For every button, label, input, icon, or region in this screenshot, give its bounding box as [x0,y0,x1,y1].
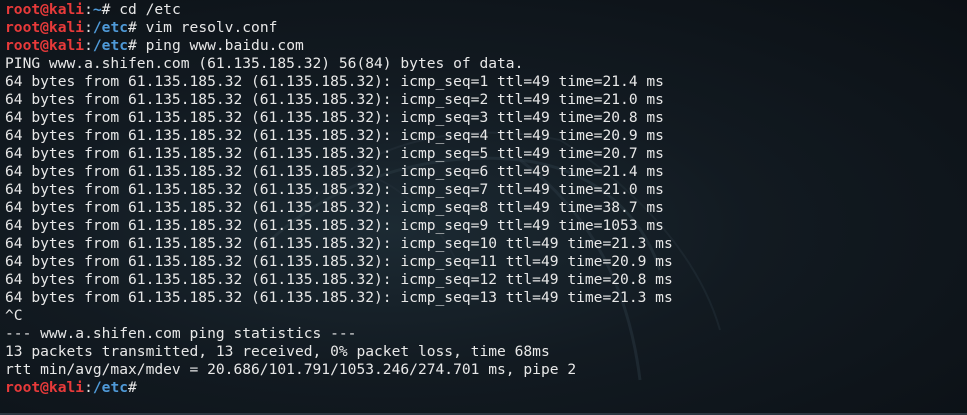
output-line: 13 packets transmitted, 13 received, 0% … [5,343,550,360]
command-text[interactable]: cd /etc [119,1,181,18]
output-line: 64 bytes from 61.135.185.32 (61.135.185.… [5,181,664,198]
prompt-colon: : [84,19,93,36]
prompt-symbol: # [128,19,146,36]
prompt-line: root@kali:/etc# ping www.baidu.com [5,37,967,55]
prompt-colon: : [84,379,93,396]
output-line: PING www.a.shifen.com (61.135.185.32) 56… [5,55,524,72]
output-line: 64 bytes from 61.135.185.32 (61.135.185.… [5,109,664,126]
prompt-symbol: # [128,379,146,396]
prompt-line: root@kali:~# cd /etc [5,1,967,19]
output-line: 64 bytes from 61.135.185.32 (61.135.185.… [5,217,664,234]
output-line: rtt min/avg/max/mdev = 20.686/101.791/10… [5,361,577,378]
output-line: 64 bytes from 61.135.185.32 (61.135.185.… [5,271,673,288]
output-line: ^C [5,307,23,324]
prompt-user: root@kali [5,37,85,54]
output-line: 64 bytes from 61.135.185.32 (61.135.185.… [5,235,673,252]
output-line: 64 bytes from 61.135.185.32 (61.135.185.… [5,163,664,180]
command-text[interactable]: vim resolv.conf [146,19,278,36]
prompt-user: root@kali [5,1,85,18]
output-line: 64 bytes from 61.135.185.32 (61.135.185.… [5,145,664,162]
terminal-output: root@kali:~# cd /etc root@kali:/etc# vim … [5,1,967,397]
prompt-symbol: # [101,1,120,18]
output-line: 64 bytes from 61.135.185.32 (61.135.185.… [5,127,664,144]
prompt-path: /etc [92,37,129,54]
prompt-path: ~ [92,1,102,18]
prompt-user: root@kali [5,19,85,36]
output-line: 64 bytes from 61.135.185.32 (61.135.185.… [5,73,664,90]
prompt-line: root@kali:/etc# [5,379,967,397]
command-text[interactable]: ping www.baidu.com [146,37,304,54]
output-line: 64 bytes from 61.135.185.32 (61.135.185.… [5,199,664,216]
output-line: --- www.a.shifen.com ping statistics --- [5,325,357,342]
prompt-line: root@kali:/etc# vim resolv.conf [5,19,967,37]
output-line: 64 bytes from 61.135.185.32 (61.135.185.… [5,253,673,270]
prompt-user: root@kali [5,379,85,396]
output-line: 64 bytes from 61.135.185.32 (61.135.185.… [5,91,664,108]
terminal-window[interactable]: root@kali:~# cd /etc root@kali:/etc# vim … [0,0,967,415]
output-line: 64 bytes from 61.135.185.32 (61.135.185.… [5,289,673,306]
prompt-path: /etc [92,379,129,396]
prompt-colon: : [84,1,93,18]
prompt-path: /etc [92,19,129,36]
prompt-symbol: # [128,37,146,54]
prompt-colon: : [84,37,93,54]
